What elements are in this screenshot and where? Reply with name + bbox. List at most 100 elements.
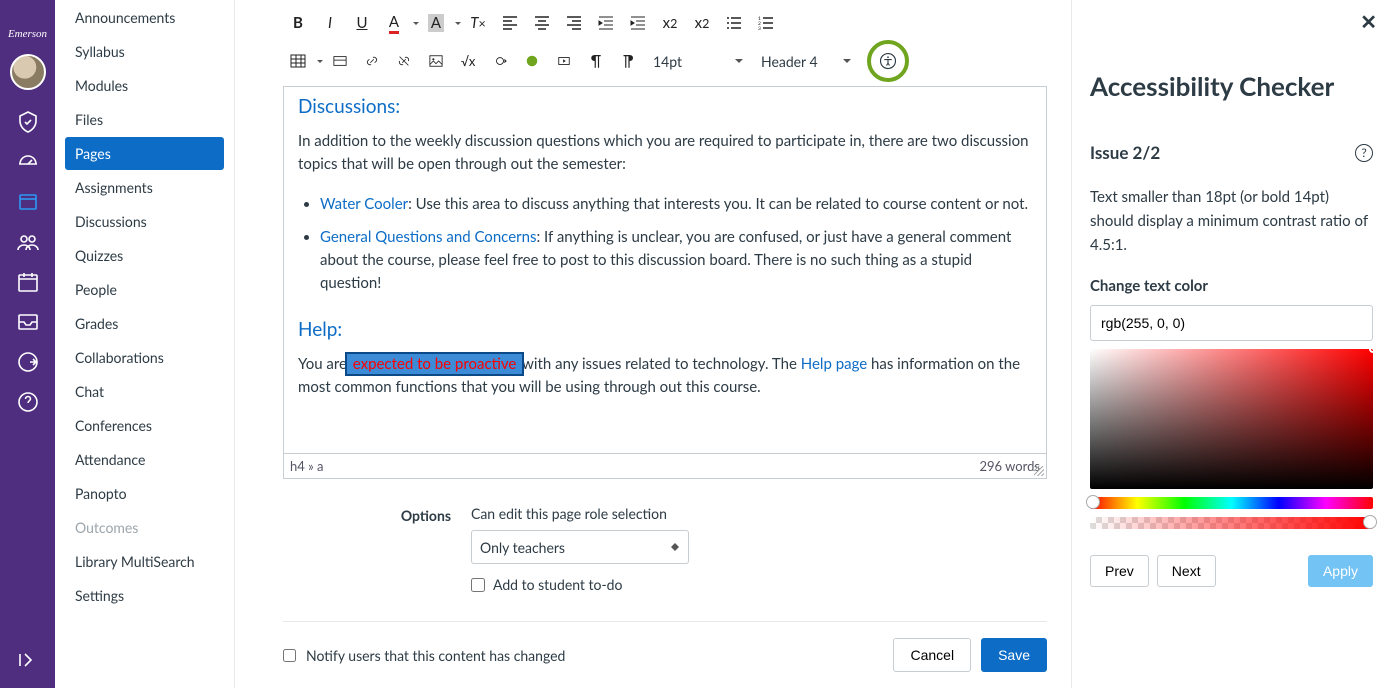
nav-conferences[interactable]: Conferences: [65, 409, 224, 442]
avatar[interactable]: [10, 54, 46, 90]
calendar-icon[interactable]: [0, 262, 55, 302]
resize-handle[interactable]: [1034, 466, 1044, 476]
color-input[interactable]: [1090, 305, 1373, 341]
table-button[interactable]: [283, 46, 313, 76]
cancel-button[interactable]: Cancel: [893, 638, 971, 672]
bg-color-caret[interactable]: [455, 22, 461, 28]
admin-icon[interactable]: [0, 102, 55, 142]
notify-checkbox[interactable]: [283, 649, 296, 662]
panel-title: Accessibility Checker: [1090, 70, 1373, 102]
color-swatch[interactable]: [1090, 349, 1373, 489]
nav-chat[interactable]: Chat: [65, 375, 224, 408]
nav-people[interactable]: People: [65, 273, 224, 306]
number-list-button[interactable]: 123: [751, 8, 781, 38]
word-count: 296 words: [979, 458, 1040, 474]
kaltura-button[interactable]: [517, 46, 547, 76]
inbox-icon[interactable]: [0, 302, 55, 342]
ltr-button[interactable]: ¶: [581, 46, 611, 76]
alpha-slider[interactable]: [1090, 517, 1373, 529]
nav-attendance[interactable]: Attendance: [65, 443, 224, 476]
nav-syllabus[interactable]: Syllabus: [65, 35, 224, 68]
notify-checkbox-row[interactable]: Notify users that this content has chang…: [283, 647, 565, 664]
align-left-button[interactable]: [495, 8, 525, 38]
nav-panopto[interactable]: Panopto: [65, 477, 224, 510]
courses-icon[interactable]: [0, 182, 55, 222]
dashboard-icon[interactable]: [0, 142, 55, 182]
element-path[interactable]: h4 » a: [290, 458, 324, 474]
block-format-select[interactable]: Header 4: [753, 46, 859, 76]
rce-editor[interactable]: Discussions: In addition to the weekly d…: [283, 86, 1047, 454]
rce-toolbar: B I U A A T× x2 x2 123: [283, 0, 1047, 86]
clear-format-button[interactable]: T×: [463, 8, 493, 38]
selected-text: expected to be proactive: [347, 354, 522, 374]
italic-button[interactable]: I: [315, 8, 345, 38]
nav-assignments[interactable]: Assignments: [65, 171, 224, 204]
link-water-cooler[interactable]: Water Cooler: [320, 195, 408, 213]
nav-files[interactable]: Files: [65, 103, 224, 136]
help-icon[interactable]: [0, 382, 55, 422]
bg-color-button[interactable]: A: [421, 8, 451, 38]
role-select[interactable]: Only teachers: [471, 530, 689, 564]
brand-logo: Emerson: [8, 28, 47, 40]
link-help-page[interactable]: Help page: [801, 355, 867, 373]
nav-grades[interactable]: Grades: [65, 307, 224, 340]
link-button[interactable]: [357, 46, 387, 76]
color-field-label: Change text color: [1090, 277, 1373, 295]
nav-announcements[interactable]: Announcements: [65, 1, 224, 34]
align-center-button[interactable]: [527, 8, 557, 38]
prev-button[interactable]: Prev: [1090, 555, 1149, 587]
accessibility-checker-button[interactable]: [867, 40, 909, 82]
save-button[interactable]: Save: [981, 638, 1047, 672]
indent-button[interactable]: [623, 8, 653, 38]
font-size-select[interactable]: 14pt: [645, 46, 751, 76]
todo-checkbox-row[interactable]: Add to student to-do: [471, 576, 1047, 593]
underline-button[interactable]: U: [347, 8, 377, 38]
apply-button[interactable]: Apply: [1308, 555, 1373, 587]
image-button[interactable]: [421, 46, 451, 76]
editor-statusbar: h4 » a 296 words: [283, 454, 1047, 479]
nav-outcomes[interactable]: Outcomes: [65, 511, 224, 544]
info-icon[interactable]: ?: [1355, 144, 1373, 162]
expand-nav-icon[interactable]: [0, 640, 55, 680]
nav-library[interactable]: Library MultiSearch: [65, 545, 224, 578]
bold-button[interactable]: B: [283, 8, 313, 38]
nav-discussions[interactable]: Discussions: [65, 205, 224, 238]
commons-icon[interactable]: [0, 342, 55, 382]
heading-help: Help:: [298, 318, 1032, 341]
rtl-button[interactable]: ¶: [613, 46, 643, 76]
groups-icon[interactable]: [0, 222, 55, 262]
nav-collaborations[interactable]: Collaborations: [65, 341, 224, 374]
list-item: Water Cooler: Use this area to discuss a…: [320, 193, 1032, 216]
nav-settings[interactable]: Settings: [65, 579, 224, 612]
nav-modules[interactable]: Modules: [65, 69, 224, 102]
svg-text:3: 3: [758, 26, 761, 31]
options-label: Options: [283, 505, 471, 593]
unlink-button[interactable]: [389, 46, 419, 76]
link-general-questions[interactable]: General Questions and Concerns: [320, 228, 536, 246]
nav-quizzes[interactable]: Quizzes: [65, 239, 224, 272]
table-caret[interactable]: [317, 60, 323, 66]
hue-slider[interactable]: [1090, 497, 1373, 509]
todo-label: Add to student to-do: [493, 576, 622, 593]
paragraph: You are expected to be proactive with an…: [298, 353, 1032, 400]
bullet-list-button[interactable]: [719, 8, 749, 38]
close-icon[interactable]: ✕: [1360, 10, 1377, 34]
video-button[interactable]: [549, 46, 579, 76]
superscript-button[interactable]: x2: [655, 8, 685, 38]
subscript-button[interactable]: x2: [687, 8, 717, 38]
outdent-button[interactable]: [591, 8, 621, 38]
paragraph: In addition to the weekly discussion que…: [298, 130, 1032, 177]
media-link-button[interactable]: [325, 46, 355, 76]
align-right-button[interactable]: [559, 8, 589, 38]
heading-discussions: Discussions:: [298, 95, 1032, 118]
text-color-button[interactable]: A: [379, 8, 409, 38]
list-item: General Questions and Concerns: If anyth…: [320, 226, 1032, 296]
next-button[interactable]: Next: [1157, 555, 1216, 587]
equation-button[interactable]: √x: [453, 46, 483, 76]
text-color-caret[interactable]: [413, 22, 419, 28]
nav-pages[interactable]: Pages: [65, 137, 224, 170]
todo-checkbox[interactable]: [471, 578, 485, 592]
issue-counter: Issue 2/2: [1090, 142, 1160, 163]
global-nav: Emerson: [0, 0, 55, 688]
embed-button[interactable]: [485, 46, 515, 76]
